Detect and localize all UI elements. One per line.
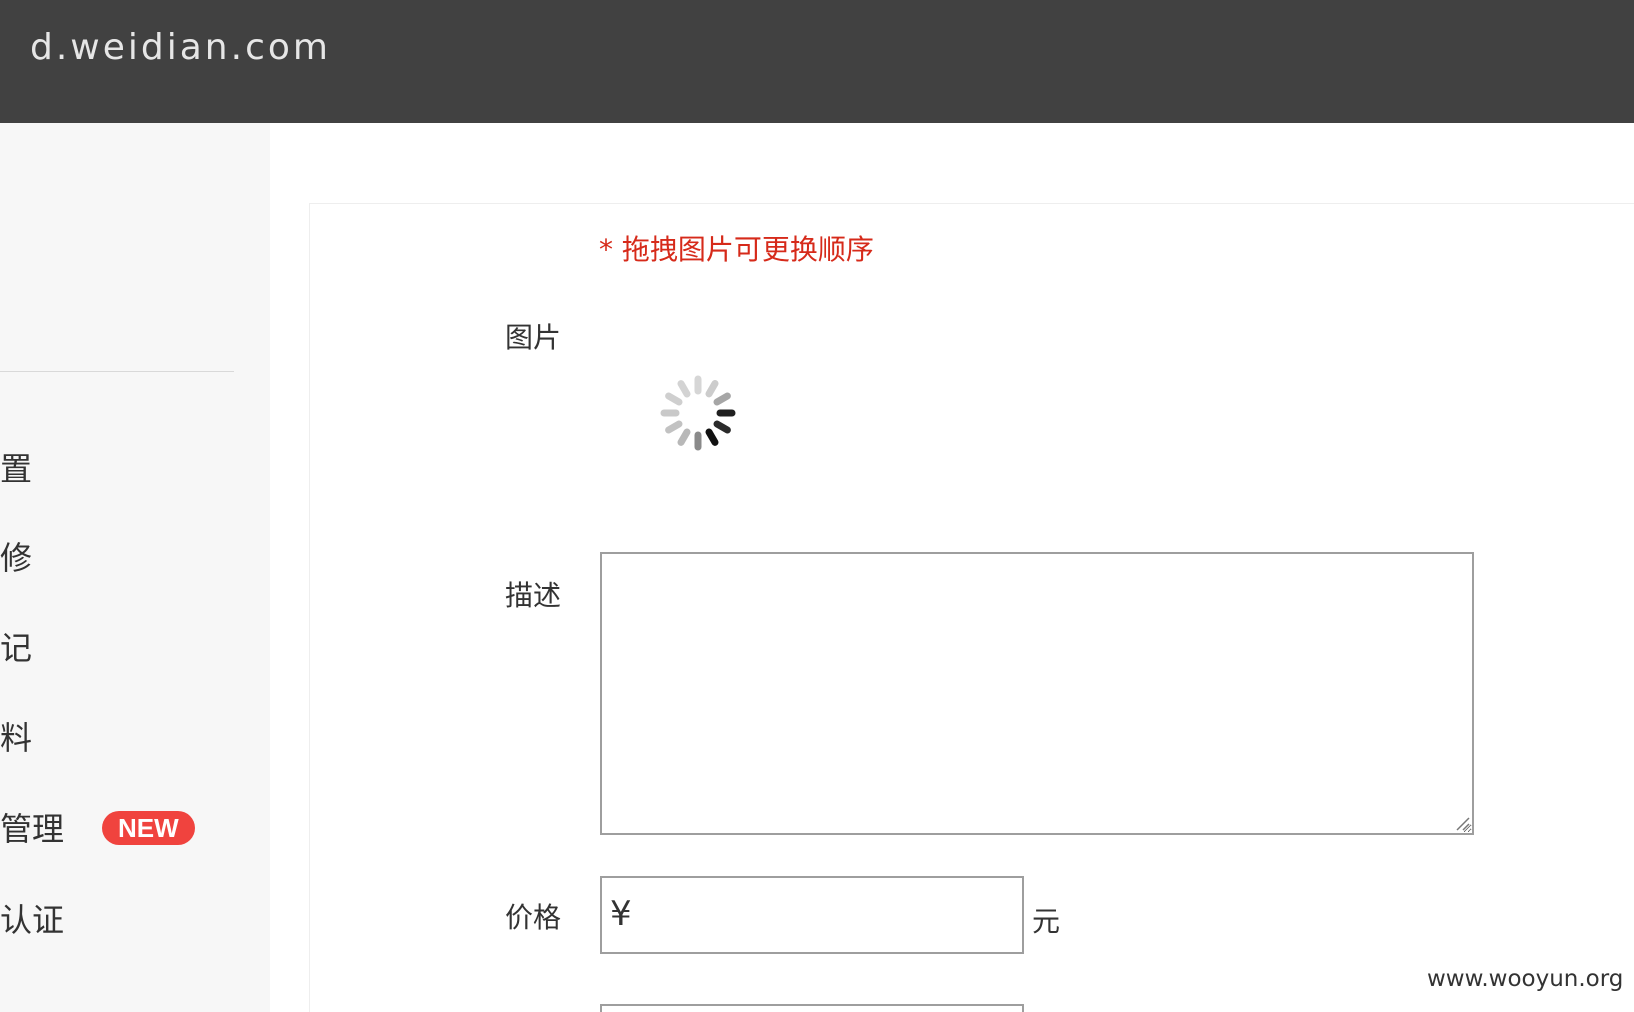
sidebar-item-label: 管理	[0, 810, 65, 848]
sidebar: 置 修 记 料 管理 NEW 认证	[0, 123, 270, 1012]
sidebar-item-label: 置	[0, 450, 33, 488]
new-badge: NEW	[102, 811, 195, 845]
spinner-spoke	[713, 420, 731, 434]
loading-spinner-icon	[660, 375, 736, 451]
price-label: 价格	[505, 901, 562, 934]
currency-symbol: ¥	[610, 894, 632, 934]
spinner-spoke	[677, 428, 691, 446]
spinner-spoke	[665, 392, 683, 406]
price-input-box[interactable]: ¥	[600, 876, 1024, 954]
spinner-spoke	[677, 380, 691, 398]
top-header-bar: d.weidian.com	[0, 0, 1634, 123]
spinner-spoke	[713, 392, 731, 406]
sidebar-item-label: 记	[0, 629, 33, 667]
sidebar-item-label: 料	[0, 719, 33, 757]
sidebar-item-verification[interactable]: 认证	[0, 895, 64, 945]
sidebar-item-settings[interactable]: 置	[0, 444, 32, 494]
image-label: 图片	[505, 321, 562, 354]
spinner-spoke	[665, 420, 683, 434]
next-field-input[interactable]	[600, 1004, 1024, 1012]
sidebar-item-notes[interactable]: 记	[0, 623, 32, 673]
price-unit-label: 元	[1032, 905, 1061, 938]
spinner-spoke	[705, 428, 719, 446]
description-label: 描述	[505, 579, 562, 612]
spinner-spoke	[705, 380, 719, 398]
sidebar-item-label: 认证	[0, 901, 65, 939]
sidebar-item-decoration[interactable]: 修	[0, 533, 32, 583]
sidebar-item-management[interactable]: 管理 NEW	[0, 804, 195, 854]
sidebar-item-profile[interactable]: 料	[0, 713, 32, 763]
watermark: www.wooyun.org	[1427, 966, 1624, 992]
sidebar-item-label: 修	[0, 539, 33, 577]
page: d.weidian.com 置 修 记 料 管理 NEW 认证 * 拖拽图片可更换…	[0, 0, 1634, 1012]
price-input[interactable]	[646, 888, 1010, 942]
drag-reorder-hint: * 拖拽图片可更换顺序	[599, 233, 874, 266]
sidebar-divider	[0, 371, 234, 372]
site-logo[interactable]: d.weidian.com	[30, 27, 331, 68]
description-textarea[interactable]	[600, 552, 1474, 835]
resize-grip-icon[interactable]	[1454, 815, 1470, 831]
